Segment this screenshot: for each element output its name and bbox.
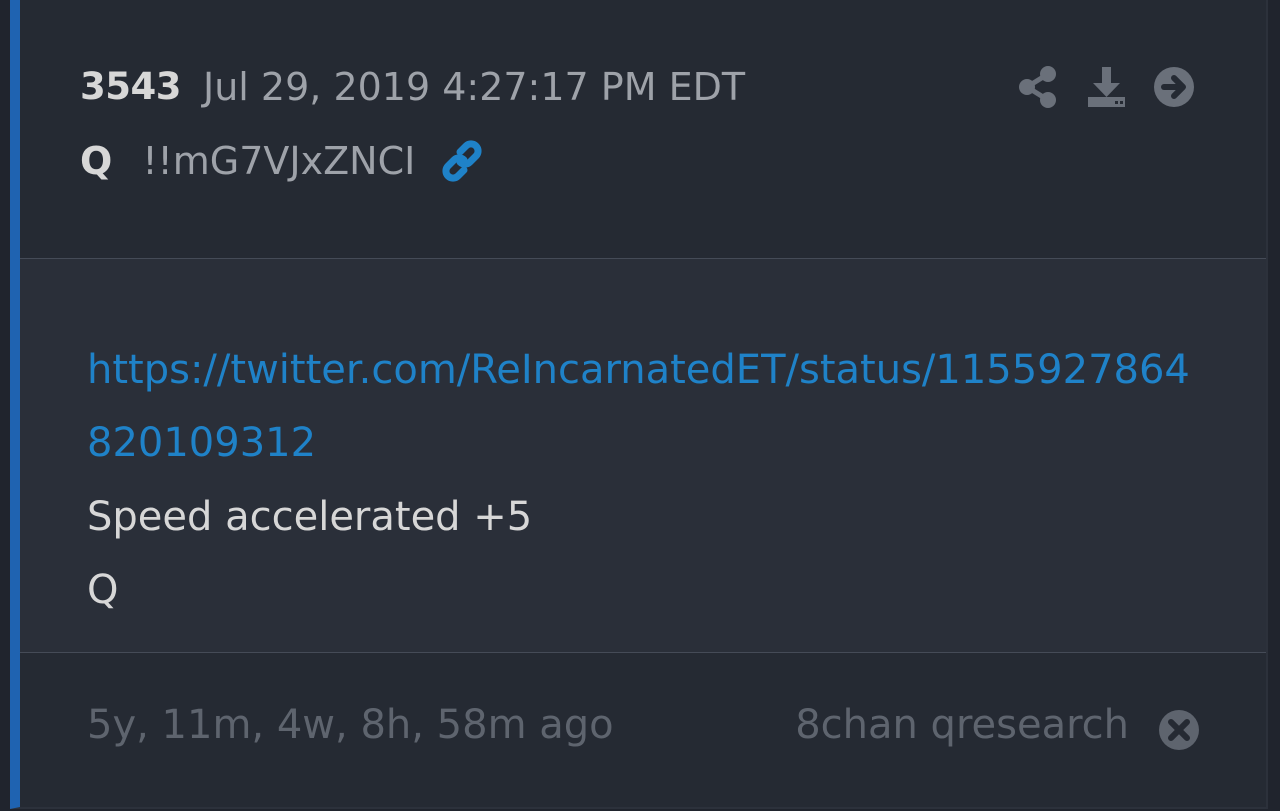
post-source: 8chan qresearch (795, 702, 1129, 748)
message-line: Speed accelerated +5 (87, 494, 533, 540)
author-name: Q (80, 139, 113, 183)
post-card: 3543 Jul 29, 2019 4:27:17 PM EDT Q !!mG7… (10, 0, 1268, 809)
message-signature: Q (87, 567, 119, 613)
post-age: 5y, 11m, 4w, 8h, 58m ago (87, 702, 614, 748)
close-circle-icon[interactable] (1158, 709, 1200, 751)
link-icon[interactable] (439, 138, 485, 184)
tweet-link[interactable]: https://twitter.com/ReIncarnatedET/statu… (87, 334, 1197, 480)
arrow-right-circle-icon[interactable] (1153, 64, 1195, 110)
post-body: https://twitter.com/ReIncarnatedET/statu… (20, 259, 1266, 653)
post-number: 3543 (80, 65, 181, 108)
post-footer: 5y, 11m, 4w, 8h, 58m ago 8chan qresearch (20, 653, 1266, 807)
post-timestamp: Jul 29, 2019 4:27:17 PM EDT (203, 65, 746, 109)
share-icon[interactable] (1017, 64, 1059, 110)
post-actions (1017, 64, 1195, 110)
tripcode: !!mG7VJxZNCI (142, 139, 416, 183)
post-header: 3543 Jul 29, 2019 4:27:17 PM EDT Q !!mG7… (20, 0, 1266, 259)
download-icon[interactable] (1085, 64, 1127, 110)
post-message: Speed accelerated +5 Q (87, 481, 532, 627)
author-row: Q !!mG7VJxZNCI (80, 135, 485, 187)
